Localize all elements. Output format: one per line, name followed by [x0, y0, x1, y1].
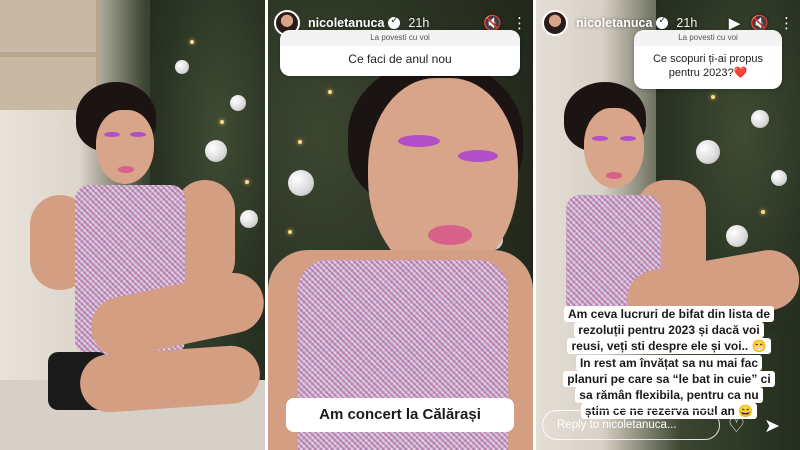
- tree-light: [328, 90, 332, 94]
- caption-line: reusi, veți sti despre ele și voi.. 😁: [567, 338, 771, 355]
- shelf-board: [0, 52, 100, 57]
- verified-badge-icon: [388, 15, 401, 29]
- username[interactable]: nicoletanuca: [308, 16, 384, 30]
- tree-light: [711, 95, 715, 99]
- lips: [606, 172, 622, 179]
- story-panel-middle: nicoletanuca 21h 🔇 ⋮ La povesti cu voi C…: [268, 0, 533, 450]
- eye-makeup: [592, 136, 608, 141]
- reply-input[interactable]: Reply to nicoletanuca...: [542, 410, 720, 440]
- ornament: [175, 60, 189, 74]
- ornament: [288, 170, 314, 196]
- ornament: [696, 140, 720, 164]
- ornament: [230, 95, 246, 111]
- ornament: [751, 110, 769, 128]
- tree-light: [288, 230, 292, 234]
- question-sticker: La povesti cu voi Ce faci de anul nou: [280, 30, 520, 76]
- eye-makeup: [458, 150, 498, 162]
- question-header: La povesti cu voi: [280, 30, 520, 46]
- ornament: [771, 170, 787, 186]
- story-time: 21h: [676, 16, 698, 30]
- photo-panel-left: [0, 0, 265, 450]
- question-sticker: La povesti cu voi Ce scopuri ți-ai propu…: [634, 30, 782, 89]
- eye-makeup: [104, 132, 120, 137]
- caption-line: Am ceva lucruri de bifat din lista de: [563, 306, 775, 322]
- caption-line: rezoluții pentru 2023 și dacă voi: [574, 322, 764, 339]
- story-time: 21h: [408, 16, 430, 30]
- more-icon[interactable]: ⋮: [779, 14, 794, 32]
- lips: [118, 166, 134, 173]
- question-text: Ce faci de anul nou: [348, 52, 452, 66]
- face: [368, 78, 518, 278]
- caption-line: In rest am învățat sa nu mai fac: [575, 354, 763, 371]
- question-header: La povesti cu voi: [634, 30, 782, 46]
- tree-light: [190, 40, 194, 44]
- avatar[interactable]: [542, 10, 568, 36]
- question-text: Ce scopuri ți-ai propus pentru 2023?❤️: [652, 53, 764, 80]
- ornament: [205, 140, 227, 162]
- heart-icon[interactable]: ♡: [728, 415, 745, 437]
- caption-line: sa rămân flexibila, pentru ca nu: [575, 386, 763, 403]
- ornament: [726, 225, 748, 247]
- tree-light: [761, 210, 765, 214]
- tree-light: [298, 140, 302, 144]
- more-icon[interactable]: ⋮: [512, 14, 527, 32]
- ornament: [240, 210, 258, 228]
- eye-makeup: [130, 132, 146, 137]
- lips: [428, 225, 472, 245]
- eye-makeup: [620, 136, 636, 141]
- caption-line: planuri pe care sa “le bat in cuie” ci: [563, 370, 775, 387]
- tree-light: [220, 120, 224, 124]
- verified-badge-icon: [656, 15, 669, 29]
- eye-makeup: [398, 135, 440, 147]
- username[interactable]: nicoletanuca: [576, 16, 652, 30]
- story-caption: Am ceva lucruri de bifat din lista de re…: [548, 302, 790, 423]
- tree-light: [245, 180, 249, 184]
- story-panel-right: nicoletanuca 21h ▶ 🔇 ⋮ La povesti cu voi…: [536, 0, 800, 450]
- send-icon[interactable]: ➤: [764, 415, 780, 437]
- story-caption: Am concert la Călărași: [286, 398, 514, 432]
